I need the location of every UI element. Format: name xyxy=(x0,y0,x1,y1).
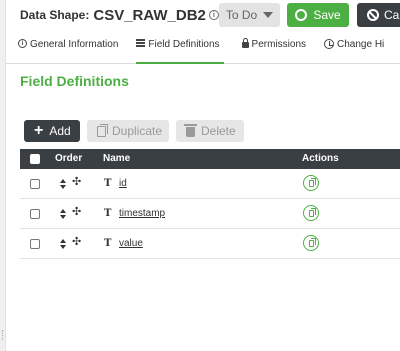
title-row: Data Shape: CSV_RAW_DB2 i xyxy=(20,4,219,26)
table-row: ✣ T timestamp xyxy=(20,199,400,229)
cancel-label: Ca xyxy=(384,8,400,22)
lock-icon xyxy=(241,38,249,48)
column-header-actions: Actions xyxy=(302,153,339,164)
resize-handle-icon[interactable] xyxy=(2,330,4,340)
move-icon[interactable]: ✣ xyxy=(72,177,81,188)
tab-bar: i General Information Field Definitions … xyxy=(18,34,400,64)
tab-label: General Information xyxy=(30,39,119,50)
sort-icon[interactable] xyxy=(60,239,67,250)
string-type-icon: T xyxy=(104,238,112,249)
plus-icon: + xyxy=(34,122,44,139)
tab-field-definitions[interactable]: Field Definitions xyxy=(136,34,224,64)
field-table: Order Name Actions ✣ T id ✣ T timestamp … xyxy=(20,149,400,259)
sort-icon[interactable] xyxy=(60,209,67,220)
tab-general-information[interactable]: i General Information xyxy=(18,34,118,64)
row-checkbox[interactable] xyxy=(30,239,40,249)
title-label: Data Shape: xyxy=(20,8,90,22)
save-button[interactable]: Save xyxy=(287,3,349,27)
row-checkbox[interactable] xyxy=(30,209,40,219)
select-all-checkbox[interactable] xyxy=(30,154,40,164)
list-icon xyxy=(136,39,146,47)
tab-label: Change Hi xyxy=(337,39,385,50)
header: Data Shape: CSV_RAW_DB2 i To Do Save Ca … xyxy=(0,0,400,64)
duplicate-row-icon[interactable] xyxy=(303,235,319,251)
field-name-link[interactable]: timestamp xyxy=(119,208,165,219)
delete-label: Delete xyxy=(201,124,236,138)
string-type-icon: T xyxy=(104,178,112,189)
info-icon[interactable]: i xyxy=(208,10,219,20)
trash-icon xyxy=(184,124,197,137)
duplicate-button[interactable]: Duplicate xyxy=(87,120,169,142)
table-header: Order Name Actions xyxy=(20,149,400,169)
scroll-strip[interactable] xyxy=(0,0,6,351)
copy-icon xyxy=(97,123,108,137)
field-name-link[interactable]: id xyxy=(119,178,127,189)
save-label: Save xyxy=(313,8,341,22)
tab-label: Permissions xyxy=(251,39,307,50)
duplicate-label: Duplicate xyxy=(112,124,163,138)
tab-label: Field Definitions xyxy=(148,39,220,50)
duplicate-row-icon[interactable] xyxy=(303,175,319,191)
tab-permissions[interactable]: Permissions xyxy=(241,34,307,64)
tab-change-history[interactable]: Change Hi xyxy=(324,34,384,64)
move-icon[interactable]: ✣ xyxy=(72,207,81,218)
todo-dropdown-button[interactable]: To Do xyxy=(219,3,280,27)
chevron-down-icon xyxy=(263,12,274,18)
delete-button[interactable]: Delete xyxy=(176,120,244,142)
page-title: CSV_RAW_DB2 xyxy=(93,6,206,24)
string-type-icon: T xyxy=(104,208,112,219)
field-name-link[interactable]: value xyxy=(119,238,143,249)
page: Data Shape: CSV_RAW_DB2 i To Do Save Ca … xyxy=(0,0,400,351)
move-icon[interactable]: ✣ xyxy=(72,237,81,248)
add-label: Add xyxy=(49,124,71,138)
cancel-button[interactable]: Ca xyxy=(357,3,400,27)
column-header-order[interactable]: Order xyxy=(55,153,82,164)
info-icon: i xyxy=(18,39,27,48)
save-circle-icon xyxy=(295,9,308,21)
row-checkbox[interactable] xyxy=(30,179,40,189)
sort-icon[interactable] xyxy=(60,179,67,190)
add-button[interactable]: + Add xyxy=(24,120,80,142)
table-row: ✣ T value xyxy=(20,229,400,259)
table-row: ✣ T id xyxy=(20,169,400,199)
duplicate-row-icon[interactable] xyxy=(303,205,319,221)
ban-icon xyxy=(367,9,379,21)
section-title: Field Definitions xyxy=(20,73,129,89)
clock-icon xyxy=(324,39,335,49)
todo-label: To Do xyxy=(225,8,258,22)
column-header-name[interactable]: Name xyxy=(103,153,130,164)
